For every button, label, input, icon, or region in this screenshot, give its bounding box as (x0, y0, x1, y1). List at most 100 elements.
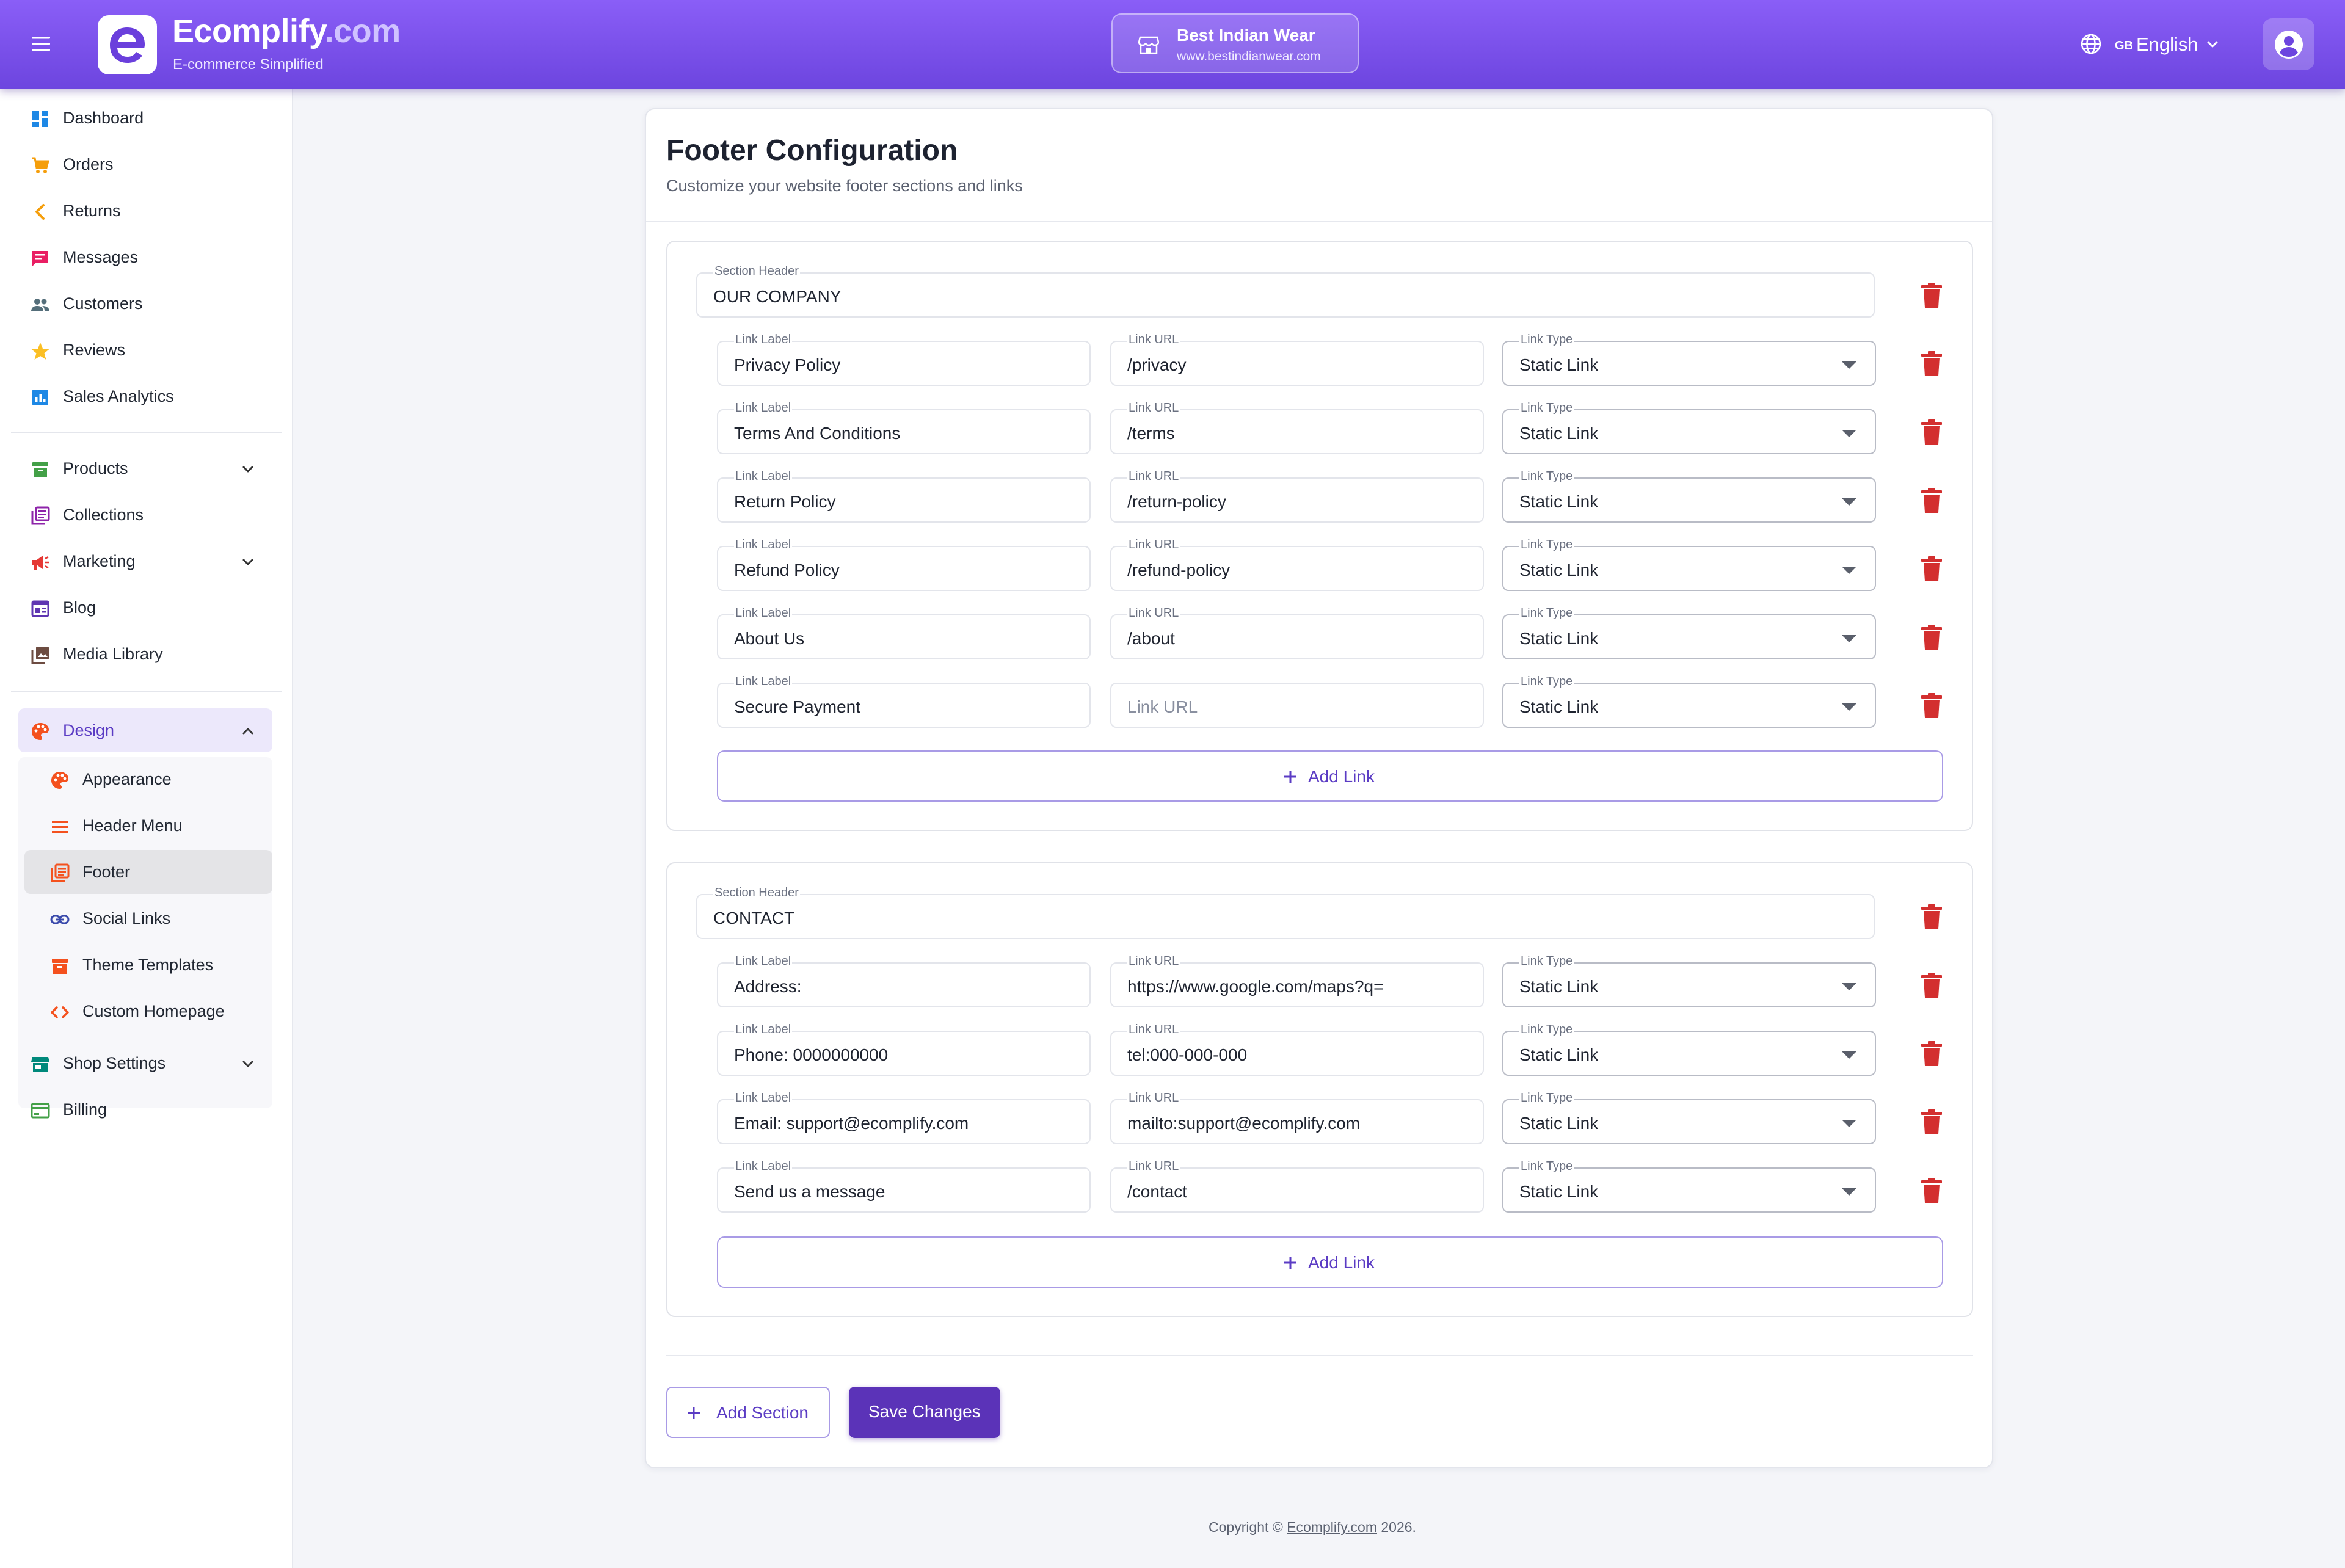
copyright-text: Copyright © Ecomplify.com 2026. (1209, 1519, 1416, 1535)
sidebar-item-blog[interactable]: Blog (18, 586, 272, 630)
delete-link-icon[interactable] (1919, 1109, 1944, 1136)
link-url-field[interactable]: Link URL /return-policy (1110, 470, 1484, 523)
dropdown-arrow-icon (1842, 635, 1856, 642)
link-type-select[interactable]: Link Type Static Link (1502, 675, 1876, 728)
link-label-field[interactable]: Link Label Send us a message (717, 1160, 1091, 1213)
dropdown-arrow-icon (1842, 1120, 1856, 1127)
link-type-select[interactable]: Link Type Static Link (1502, 1023, 1876, 1076)
account-button[interactable] (2263, 18, 2314, 70)
link-url-field[interactable]: Link URL /refund-policy (1110, 538, 1484, 591)
link-url-field[interactable]: Link URL tel:000-000-000 (1110, 1023, 1484, 1076)
delete-link-icon[interactable] (1919, 972, 1944, 999)
sidebar-item-appearance[interactable]: Appearance (24, 757, 272, 801)
link-label-field[interactable]: Link Label Return Policy (717, 470, 1091, 523)
add-link-button[interactable]: Add Link (717, 750, 1943, 802)
sidebar-item-header-menu[interactable]: Header Menu (24, 804, 272, 848)
star-icon (31, 343, 49, 360)
dropdown-arrow-icon (1842, 361, 1856, 369)
delete-link-icon[interactable] (1919, 419, 1944, 446)
add-link-button[interactable]: Add Link (717, 1236, 1943, 1288)
brand-logo[interactable] (98, 15, 157, 74)
link-label-field[interactable]: Link Label Email: support@ecomplify.com (717, 1091, 1091, 1144)
dropdown-arrow-icon (1842, 430, 1856, 437)
sidebar-item-custom-homepage[interactable]: Custom Homepage (24, 989, 272, 1033)
menu-lines-icon (52, 821, 68, 833)
cart-icon (32, 157, 49, 173)
link-type-select[interactable]: Link Type Static Link (1502, 606, 1876, 659)
menu-icon[interactable] (29, 33, 54, 55)
link-url-field[interactable]: Link URL https://www.google.com/maps?q= (1110, 954, 1484, 1007)
page-title: Footer Configuration (666, 134, 958, 167)
palette-icon (32, 723, 49, 740)
delete-link-icon[interactable] (1919, 692, 1944, 719)
sidebar-item-products[interactable]: Products (18, 446, 272, 490)
chevron-down-icon (2205, 37, 2220, 53)
box-icon (32, 462, 48, 477)
footer-section: Section Header OUR COMPANY Link Label Pr… (666, 241, 1973, 831)
link-type-select[interactable]: Link Type Static Link (1502, 333, 1876, 386)
link-url-field[interactable]: Link URL /contact (1110, 1160, 1484, 1213)
sidebar-item-returns[interactable]: Returns (18, 189, 272, 233)
chevron-down-icon (242, 466, 253, 473)
link-label-field[interactable]: Link Label Phone: 0000000000 (717, 1023, 1091, 1076)
sidebar-item-social-links[interactable]: Social Links (24, 896, 272, 940)
link-label-field[interactable]: Link Label About Us (717, 606, 1091, 659)
link-type-select[interactable]: Link Type Static Link (1502, 470, 1876, 523)
link-url-field[interactable]: Link URL (1110, 683, 1484, 728)
language-label: English (2136, 34, 2198, 55)
link-type-select[interactable]: Link Type Static Link (1502, 1091, 1876, 1144)
link-url-field[interactable]: Link URL /terms (1110, 401, 1484, 454)
sidebar-item-theme-templates[interactable]: Theme Templates (24, 943, 272, 987)
store-selector[interactable]: Best Indian Wear www.bestindianwear.com (1111, 13, 1359, 73)
sidebar-item-shop-settings[interactable]: Shop Settings (18, 1041, 272, 1085)
link-label-field[interactable]: Link Label Privacy Policy (717, 333, 1091, 386)
section-header-field[interactable]: Section Header OUR COMPANY (696, 264, 1875, 318)
link-label-field[interactable]: Link Label Terms And Conditions (717, 401, 1091, 454)
sidebar-item-footer[interactable]: Footer (24, 850, 272, 894)
delete-link-icon[interactable] (1919, 624, 1944, 651)
delete-link-icon[interactable] (1919, 350, 1944, 377)
link-type-select[interactable]: Link Type Static Link (1502, 538, 1876, 591)
sidebar-item-dashboard[interactable]: Dashboard (18, 96, 272, 140)
chevron-left-icon (35, 204, 45, 220)
sidebar-divider (11, 691, 282, 692)
sidebar-item-messages[interactable]: Messages (18, 235, 272, 279)
link-url-field[interactable]: Link URL /privacy (1110, 333, 1484, 386)
palette-icon (51, 772, 68, 789)
link-label-field[interactable]: Link Label Secure Payment (717, 675, 1091, 728)
sidebar-item-collections[interactable]: Collections (18, 493, 272, 537)
link-type-select[interactable]: Link Type Static Link (1502, 954, 1876, 1007)
delete-link-icon[interactable] (1919, 487, 1944, 514)
link-label-field[interactable]: Link Label Refund Policy (717, 538, 1091, 591)
sidebar-item-billing[interactable]: Billing (18, 1087, 272, 1131)
link-url-field[interactable]: Link URL /about (1110, 606, 1484, 659)
analytics-icon (32, 390, 48, 405)
language-selector[interactable]: GB English (2079, 31, 2226, 57)
sidebar-item-marketing[interactable]: Marketing (18, 539, 272, 583)
delete-section-icon[interactable] (1919, 904, 1944, 931)
section-header-field[interactable]: Section Header CONTACT (696, 886, 1875, 939)
link-url-field[interactable]: Link URL mailto:support@ecomplify.com (1110, 1091, 1484, 1144)
add-section-button[interactable]: Add Section (666, 1387, 830, 1438)
save-changes-button[interactable]: Save Changes (849, 1387, 1000, 1438)
code-icon (51, 1006, 69, 1018)
footer-section: Section Header CONTACT Link Label Addres… (666, 862, 1973, 1317)
dropdown-arrow-icon (1842, 567, 1856, 574)
delete-link-icon[interactable] (1919, 1177, 1944, 1204)
delete-section-icon[interactable] (1919, 282, 1944, 309)
sidebar-item-design[interactable]: Design (18, 708, 272, 752)
sidebar-item-customers[interactable]: Customers (18, 281, 272, 325)
actions-divider (666, 1355, 1973, 1356)
link-label-field[interactable]: Link Label Address: (717, 954, 1091, 1007)
chevron-up-icon (242, 728, 253, 735)
delete-link-icon[interactable] (1919, 556, 1944, 583)
delete-link-icon[interactable] (1919, 1040, 1944, 1067)
copyright-link[interactable]: Ecomplify.com (1287, 1519, 1377, 1535)
link-type-select[interactable]: Link Type Static Link (1502, 1160, 1876, 1213)
sidebar-item-media-library[interactable]: Media Library (18, 632, 272, 676)
sidebar-item-sales-analytics[interactable]: Sales Analytics (18, 374, 272, 418)
sidebar-item-orders[interactable]: Orders (18, 142, 272, 186)
store-name: Best Indian Wear (1177, 26, 1315, 45)
link-type-select[interactable]: Link Type Static Link (1502, 401, 1876, 454)
sidebar-item-reviews[interactable]: Reviews (18, 328, 272, 372)
